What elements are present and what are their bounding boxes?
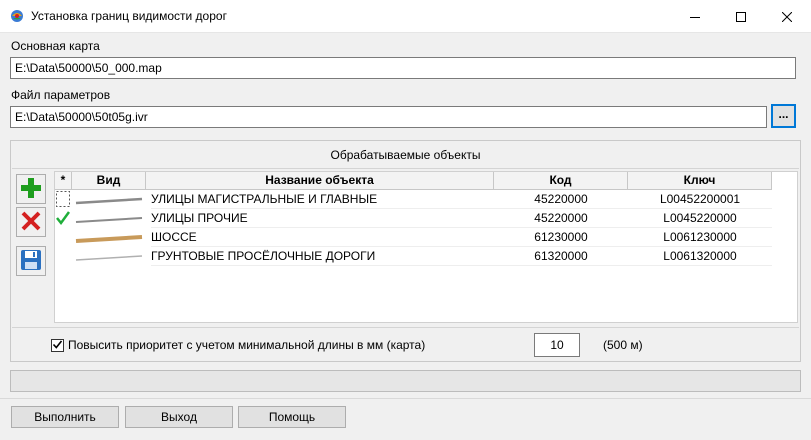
object-code-cell: 45220000: [494, 209, 628, 228]
min-length-input[interactable]: 10: [534, 333, 580, 357]
object-key-cell: L0061230000: [628, 228, 772, 247]
line-style-swatch: [75, 233, 143, 247]
objects-group: Обрабатываемые объекты * Вид Название об…: [10, 140, 801, 362]
maximize-button[interactable]: [718, 0, 764, 33]
add-object-button[interactable]: [16, 174, 46, 204]
main-map-label: Основная карта: [11, 39, 100, 53]
object-name-cell: ШОССЕ: [151, 228, 494, 247]
checkmark-icon: [52, 339, 63, 353]
delete-object-button[interactable]: [16, 207, 46, 237]
dashed-box-marker: [56, 191, 70, 207]
group-divider: [12, 168, 799, 169]
column-header-marker[interactable]: *: [55, 172, 72, 190]
objects-group-title: Обрабатываемые объекты: [330, 148, 481, 162]
check-icon: [56, 210, 71, 226]
object-key-cell: L0045220000: [628, 209, 772, 228]
column-header-name[interactable]: Название объекта: [146, 172, 494, 190]
priority-label[interactable]: Повысить приоритет с учетом минимальной …: [68, 338, 425, 352]
column-header-code[interactable]: Код: [494, 172, 628, 190]
line-style-swatch: [75, 214, 143, 228]
scale-text: (500 м): [603, 338, 643, 352]
object-name-cell: УЛИЦЫ МАГИСТРАЛЬНЫЕ И ГЛАВНЫЕ: [151, 190, 494, 209]
close-icon: [782, 11, 792, 22]
delete-icon: [20, 210, 42, 235]
close-button[interactable]: [764, 0, 810, 33]
add-icon: [20, 177, 42, 202]
run-button[interactable]: Выполнить: [11, 406, 119, 428]
object-code-cell: 61320000: [494, 247, 628, 266]
title-bar: Установка границ видимости дорог: [0, 0, 811, 33]
save-objects-button[interactable]: [16, 246, 46, 276]
object-key-cell: L00452200001: [628, 190, 772, 209]
priority-bar: Повысить приоритет с учетом минимальной …: [12, 327, 799, 361]
params-file-input[interactable]: E:\Data\50000\50t05g.ivr: [10, 106, 767, 128]
object-code-cell: 61230000: [494, 228, 628, 247]
maximize-icon: [736, 11, 746, 22]
object-name-cell: ГРУНТОВЫЕ ПРОСЁЛОЧНЫЕ ДОРОГИ: [151, 247, 494, 266]
app-icon: [10, 9, 24, 23]
save-icon: [20, 249, 42, 274]
progress-bar: [10, 370, 801, 392]
column-header-key[interactable]: Ключ: [628, 172, 772, 190]
main-map-input[interactable]: E:\Data\50000\50_000.map: [10, 57, 796, 79]
object-key-cell: L0061320000: [628, 247, 772, 266]
line-style-swatch: [75, 252, 143, 266]
minimize-icon: [690, 12, 700, 22]
params-file-label: Файл параметров: [11, 88, 111, 102]
objects-table[interactable]: * Вид Название объекта Код Ключ УЛИЦЫ МА…: [54, 171, 798, 323]
help-button[interactable]: Помощь: [238, 406, 346, 428]
window-title: Установка границ видимости дорог: [31, 9, 227, 23]
exit-button[interactable]: Выход: [125, 406, 233, 428]
priority-checkbox[interactable]: [51, 339, 64, 352]
footer-divider: [0, 398, 811, 399]
column-header-view[interactable]: Вид: [72, 172, 146, 190]
object-name-cell: УЛИЦЫ ПРОЧИЕ: [151, 209, 494, 228]
browse-button[interactable]: ...: [771, 104, 796, 128]
minimize-button[interactable]: [672, 0, 718, 33]
object-code-cell: 45220000: [494, 190, 628, 209]
line-style-swatch: [75, 195, 143, 209]
